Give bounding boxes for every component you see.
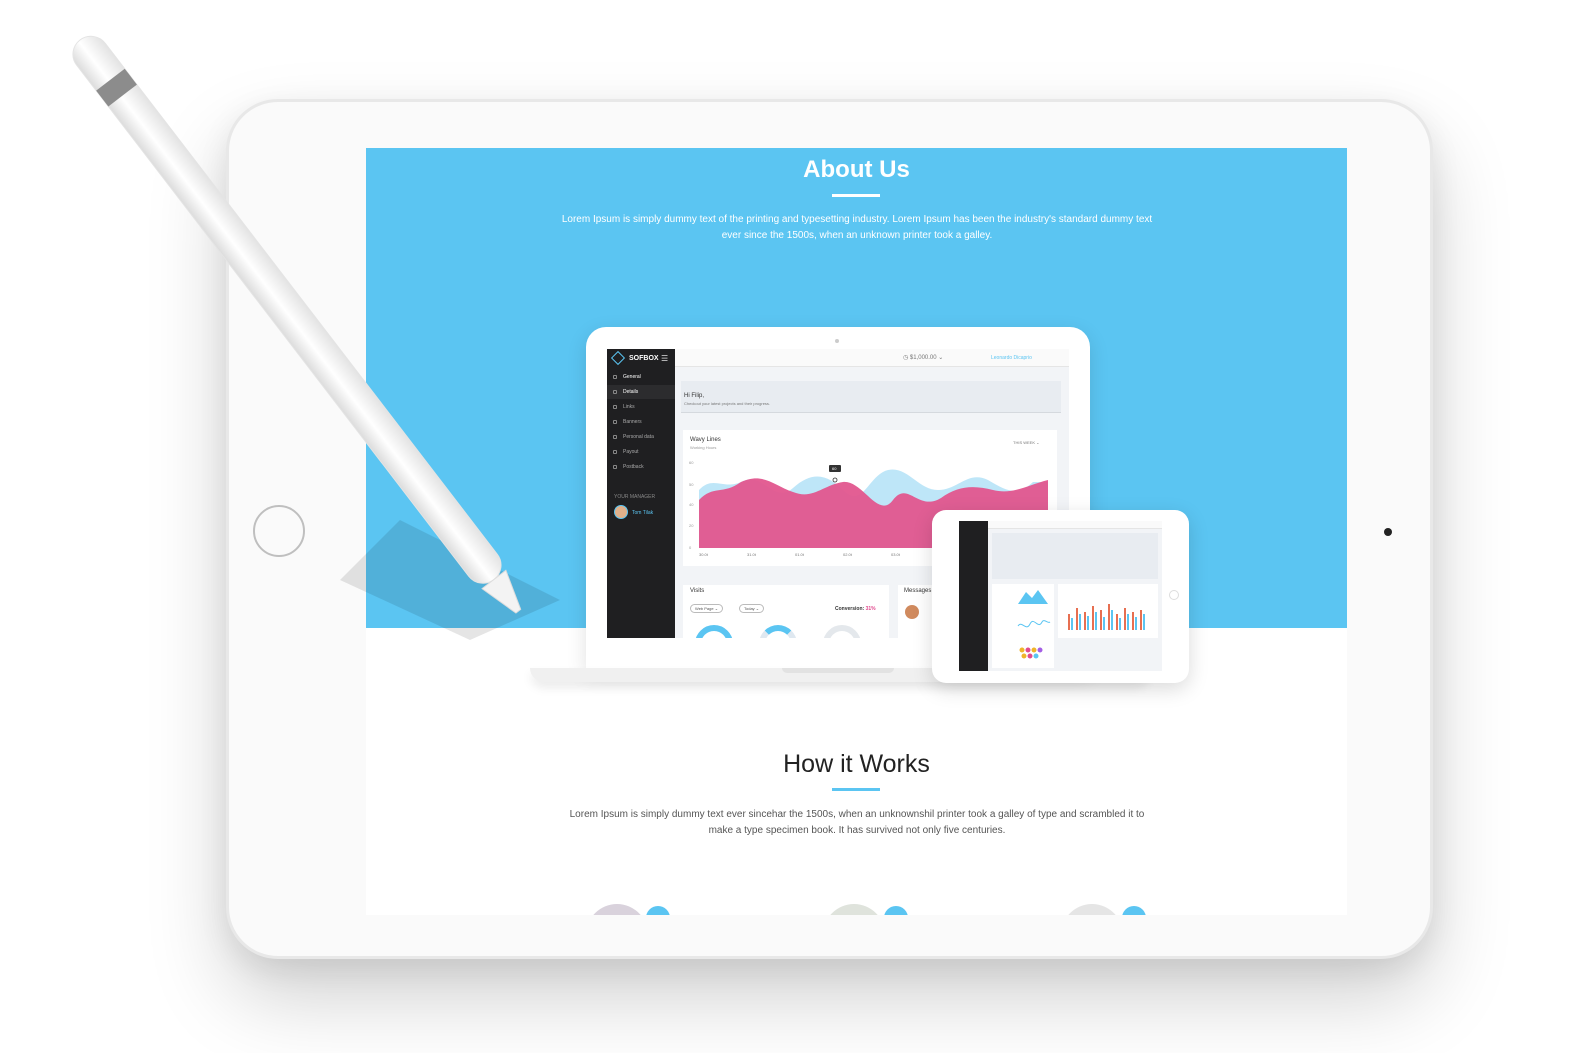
step-badge-3 <box>1122 906 1146 915</box>
step-image-1 <box>586 904 648 915</box>
y-tick: 20 <box>689 523 694 528</box>
cube-icon <box>610 350 626 366</box>
donut-2 <box>759 625 797 638</box>
visits-card: Visits Web Page ⌄ Today ⌄ Conversion: 31… <box>683 585 889 638</box>
banner-icon <box>613 420 617 424</box>
messages-title: Messages <box>904 588 932 594</box>
mini-mountain-chart <box>1017 590 1051 659</box>
x-tick: 02.0t <box>843 552 853 557</box>
donut-1 <box>695 625 733 638</box>
camera-icon <box>1384 528 1392 536</box>
donut-3 <box>823 625 861 638</box>
sidebar-item-personal-data[interactable]: Personal data <box>607 430 675 444</box>
sidebar-label: Links <box>623 404 635 410</box>
conversion: Conversion: 31% <box>835 606 876 612</box>
conversion-label: Conversion: <box>835 606 865 612</box>
filter-today[interactable]: Today ⌄ <box>739 604 765 613</box>
sidebar-item-postback[interactable]: Postback <box>607 460 675 474</box>
sidebar-label: Postback <box>623 464 644 470</box>
home-button[interactable] <box>253 505 305 557</box>
x-tick: 31.0t <box>747 552 757 557</box>
y-tick: 50 <box>689 482 694 487</box>
sidebar-label: General <box>623 374 641 380</box>
sidebar-item-payout[interactable]: Payout <box>607 445 675 459</box>
user-icon <box>613 435 617 439</box>
laptop-notch <box>782 668 894 673</box>
step-image-2 <box>823 904 885 915</box>
filter-label: Web Page <box>695 606 714 611</box>
tooltip-value: 60 <box>832 466 837 471</box>
menu-icon[interactable]: ☰ <box>661 354 668 363</box>
step-badge-1 <box>646 906 670 915</box>
payout-icon <box>613 450 617 454</box>
y-tick: 0 <box>689 545 692 550</box>
manager-label: YOUR MANAGER <box>614 494 656 500</box>
sidebar-label: Details <box>623 389 639 395</box>
about-underline <box>832 194 880 197</box>
sidebar-label: Banners <box>623 419 642 425</box>
tablet-topbar <box>988 521 1162 529</box>
sidebar-label: Personal data <box>623 434 654 440</box>
manager-name[interactable]: Tom Tilak <box>632 510 653 516</box>
avatar <box>614 505 628 519</box>
how-it-works-title: How it Works <box>783 750 930 778</box>
x-tick: 03.0t <box>891 552 901 557</box>
how-it-works-text: Lorem Ipsum is simply dummy text ever si… <box>569 809 1145 836</box>
dashboard-sidebar: SOFBOX ☰ General Details Links Banners P… <box>607 349 675 638</box>
step-image-3 <box>1061 904 1123 915</box>
greeting-card: Hi Filip, Checkout your latest projects … <box>681 381 1061 413</box>
data-point <box>832 477 838 483</box>
link-icon <box>613 405 617 409</box>
tablet-stats-card <box>992 584 1054 668</box>
step-badge-2 <box>884 906 908 915</box>
filter-web-page[interactable]: Web Page ⌄ <box>690 604 724 613</box>
avatar <box>905 605 919 619</box>
balance-value: $1,000.00 <box>909 355 937 361</box>
sidebar-item-links[interactable]: Links <box>607 400 675 414</box>
conversion-value: 31% <box>865 606 876 612</box>
brand-name: SOFBOX <box>629 354 659 362</box>
mini-bar-chart <box>1068 604 1145 630</box>
brand: SOFBOX <box>610 350 659 366</box>
how-underline <box>832 788 880 791</box>
tablet-summary <box>992 533 1158 579</box>
tablet-dashboard <box>959 521 1162 671</box>
visits-title: Visits <box>690 588 705 594</box>
sidebar-item-banners[interactable]: Banners <box>607 415 675 429</box>
y-tick: 60 <box>689 460 694 465</box>
star-icon <box>613 375 617 379</box>
postback-icon <box>613 465 617 469</box>
balance[interactable]: ◷ $1,000.00 ⌄ <box>903 354 943 361</box>
y-tick: 40 <box>689 502 694 507</box>
x-tick: 30.0t <box>699 552 709 557</box>
sidebar-item-general[interactable]: General <box>607 370 675 384</box>
sidebar-item-details[interactable]: Details <box>607 385 675 399</box>
tablet-bar-card <box>1058 584 1158 638</box>
sidebar-label: Payout <box>623 449 639 455</box>
laptop-camera <box>835 339 839 343</box>
pencil-band <box>96 68 137 107</box>
x-tick: 01.0t <box>795 552 805 557</box>
details-icon <box>613 390 617 394</box>
tablet-home-button <box>1169 590 1179 600</box>
tablet-sidebar <box>959 521 988 671</box>
user-menu[interactable]: Leonardo Dicaprio <box>991 355 1032 361</box>
greeting: Hi Filip, <box>684 393 705 399</box>
dashboard-topbar: ◷ $1,000.00 ⌄ Leonardo Dicaprio <box>675 349 1069 367</box>
about-title: About Us <box>803 156 910 183</box>
about-text: Lorem Ipsum is simply dummy text of the … <box>561 214 1153 241</box>
greeting-sub: Checkout your latest projects and their … <box>684 401 771 406</box>
filter-label: Today <box>744 606 755 611</box>
